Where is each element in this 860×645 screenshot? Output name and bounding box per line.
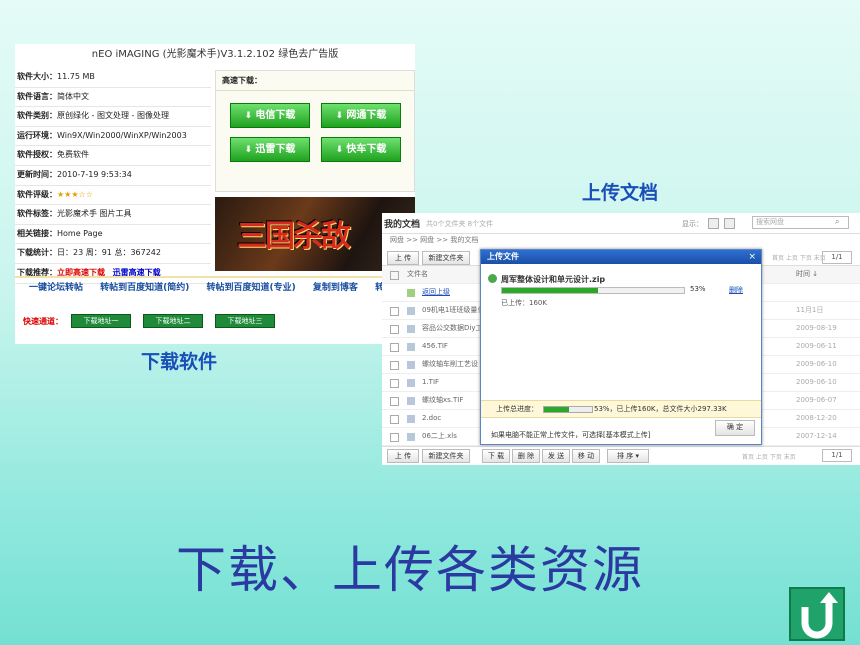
bottom-toolbar: 上 传 新建文件夹 下 载 删 除 发 送 移 动 排 序 ▾ 首页 上页 下页… [382, 446, 860, 465]
info-row: 更新时间：2010-7-19 9:53:34 [15, 166, 211, 186]
pager[interactable]: 首页 上页 下页 末页 [772, 253, 826, 262]
caption-upload: 上传文档 [582, 182, 659, 204]
ok-button[interactable]: 确 定 [715, 420, 755, 436]
header-title: 我的文档 [384, 220, 421, 230]
software-title: nEO iMAGING (光影魔术手)V3.1.2.102 绿色去广告版 [91, 49, 339, 60]
download-address-3-button[interactable]: 下载地址三 [215, 314, 275, 328]
file-icon [407, 415, 415, 423]
info-row: 相关链接：Home Page [15, 225, 211, 245]
list-view-icon[interactable] [708, 218, 719, 229]
header-count: 共0个文件夹 8个文件 [426, 220, 494, 228]
info-row: 软件语言：简体中文 [15, 88, 211, 108]
info-row: 软件大小：11.75 MB [15, 68, 211, 88]
banner-logo-text: 三国杀敌 [237, 219, 351, 254]
download-button[interactable]: 下 载 [482, 449, 510, 463]
move-button[interactable]: 移 动 [572, 449, 600, 463]
pager[interactable]: 首页 上页 下页 末页 [742, 452, 796, 461]
page-select[interactable]: 1/1 [822, 251, 852, 264]
upload-file-name: 周军整体设计和单元设计.zip [501, 275, 606, 284]
basic-mode-hint[interactable]: 如果电脑不能正常上传文件，可选择[基本模式上传] [491, 430, 650, 440]
total-progress-fill [544, 407, 570, 412]
upload-dialog: 上传文件 × 周军整体设计和单元设计.zip 53% 删除 已上传：160K 上… [480, 249, 762, 445]
download-address-2-button[interactable]: 下载地址二 [143, 314, 203, 328]
grid-view-icon[interactable] [724, 218, 735, 229]
new-folder-button[interactable]: 新建文件夹 [422, 251, 470, 265]
total-progress-bar [543, 406, 593, 413]
flashget-download-button[interactable]: 快车下载 [321, 137, 401, 162]
total-progress-row: 上传总进度： 53%，已上传160K，总文件大小297.33K [481, 400, 761, 418]
file-progress-bar [501, 287, 685, 294]
info-row: 软件类别：原创绿化 - 图文处理 - 图像处理 [15, 107, 211, 127]
col-name-header[interactable]: 文件名 [407, 266, 428, 283]
info-row: 运行环境：Win9X/Win2000/WinXP/Win2003 [15, 127, 211, 147]
telecom-download-button[interactable]: 电信下载 [230, 103, 310, 128]
new-folder-button[interactable]: 新建文件夹 [422, 449, 470, 463]
caption-download: 下载软件 [141, 351, 218, 373]
display-label: 显示： [682, 220, 703, 228]
dialog-title: 上传文件 [481, 250, 761, 264]
upload-button[interactable]: 上 传 [387, 449, 419, 463]
uploaded-size: 已上传：160K [501, 299, 547, 307]
info-row: 下载统计：日：23 周：91 总：367242 [15, 244, 211, 264]
file-icon [407, 325, 415, 333]
main-title: 下载、上传各类资源 [176, 541, 644, 599]
file-icon [407, 379, 415, 387]
netdisk-header: 我的文档 共0个文件夹 8个文件 显示： 搜索网盘 ⌕ [382, 213, 860, 234]
info-row: 软件评级：★★★☆☆ [15, 186, 211, 206]
software-download-panel: nEO iMAGING (光影魔术手)V3.1.2.102 绿色去广告版 软件大… [15, 44, 415, 344]
file-icon [407, 433, 415, 441]
sort-button[interactable]: 排 序 ▾ [607, 449, 649, 463]
search-icon[interactable]: ⌕ [835, 217, 839, 227]
share-link[interactable]: 一键论坛转帖 [29, 283, 83, 293]
share-links-bar: 一键论坛转帖 转帖到百度知道(简约) 转帖到百度知道(专业) 复制到博客 转 [15, 276, 415, 298]
home-page-link[interactable]: Home Page [57, 229, 103, 238]
download-box: 高速下载： 电信下载 网通下载 迅雷下载 快车下载 [215, 70, 415, 192]
thunder-download-button[interactable]: 迅雷下载 [230, 137, 310, 162]
file-icon [407, 343, 415, 351]
rating-stars: ★★★☆☆ [57, 189, 93, 199]
up-folder-icon [407, 289, 415, 297]
return-button[interactable] [789, 587, 845, 641]
total-progress-text: 53%，已上传160K，总文件大小297.33K [594, 405, 727, 413]
share-link[interactable]: 转帖到百度知道(简约) [100, 283, 189, 293]
info-row: 软件标签：光影魔术手 图片工具 [15, 205, 211, 225]
close-icon[interactable]: × [748, 250, 756, 264]
file-progress-fill [502, 288, 599, 293]
info-row: 软件授权：免费软件 [15, 146, 211, 166]
delete-button[interactable]: 删 除 [512, 449, 540, 463]
download-header: 高速下载： [216, 71, 414, 91]
return-arrow-icon [801, 592, 838, 639]
share-link[interactable]: 复制到博客 [313, 283, 358, 293]
page-select[interactable]: 1/1 [822, 449, 852, 462]
file-icon [407, 361, 415, 369]
upload-button[interactable]: 上 传 [387, 251, 419, 265]
software-info-list: 软件大小：11.75 MB 软件语言：简体中文 软件类别：原创绿化 - 图文处理… [15, 68, 211, 284]
file-icon [407, 397, 415, 405]
zip-file-icon [488, 274, 497, 283]
delete-upload-link[interactable]: 删除 [729, 285, 743, 295]
send-button[interactable]: 发 送 [542, 449, 570, 463]
share-link[interactable]: 转帖到百度知道(专业) [207, 283, 296, 293]
col-time-header[interactable]: 时间 ↓ [796, 266, 818, 283]
netcom-download-button[interactable]: 网通下载 [321, 103, 401, 128]
breadcrumb[interactable]: 网盘 >> 网盘 >> 我的文档 [390, 235, 478, 245]
file-progress-text: 53% [690, 285, 706, 293]
download-address-1-button[interactable]: 下载地址一 [71, 314, 131, 328]
total-progress-label: 上传总进度： [496, 405, 538, 413]
upload-panel: 我的文档 共0个文件夹 8个文件 显示： 搜索网盘 ⌕ 网盘 >> 网盘 >> … [382, 213, 860, 465]
file-icon [407, 307, 415, 315]
select-all-checkbox[interactable] [390, 271, 399, 280]
fast-channel-label: 快速通道： [23, 317, 63, 326]
